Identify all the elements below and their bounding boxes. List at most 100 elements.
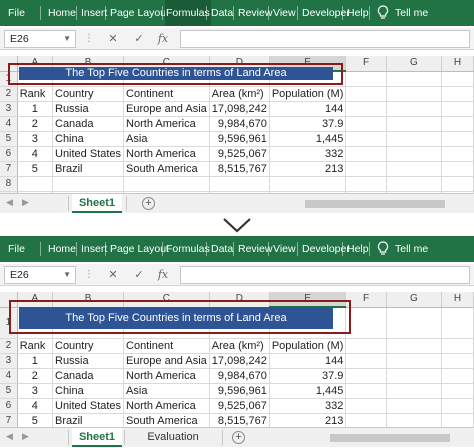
cell[interactable] <box>441 161 474 177</box>
header-cell[interactable]: Rank <box>17 338 54 354</box>
cell[interactable] <box>441 146 474 162</box>
rank-cell[interactable]: 3 <box>17 383 54 399</box>
cell[interactable] <box>386 116 443 132</box>
cell[interactable] <box>17 176 54 192</box>
rank-cell[interactable]: 4 <box>17 398 54 414</box>
row-header[interactable]: 5 <box>0 383 18 399</box>
continent-cell[interactable]: North America <box>123 368 210 384</box>
population-cell[interactable]: 37.9 <box>269 116 347 132</box>
area-cell[interactable]: 9,984,670 <box>209 368 270 384</box>
header-cell[interactable]: Area (km²) <box>209 338 270 354</box>
header-cell[interactable]: Population (M) <box>269 86 347 102</box>
continent-cell[interactable]: Europe and Asia <box>123 353 210 369</box>
cell[interactable] <box>345 161 387 177</box>
population-cell[interactable]: 332 <box>269 146 347 162</box>
horizontal-scrollbar[interactable] <box>330 434 450 442</box>
area-cell[interactable]: 17,098,242 <box>209 353 270 369</box>
area-cell[interactable]: 8,515,767 <box>209 413 270 429</box>
column-header[interactable]: G <box>386 292 443 308</box>
header-cell[interactable]: Country <box>52 338 125 354</box>
row-header[interactable]: 3 <box>0 353 18 369</box>
cell[interactable] <box>441 101 474 117</box>
cell[interactable] <box>345 353 387 369</box>
row-header[interactable]: 7 <box>0 413 18 429</box>
continent-cell[interactable]: Europe and Asia <box>123 101 210 117</box>
formula-input[interactable] <box>180 266 470 284</box>
rank-cell[interactable]: 1 <box>17 101 54 117</box>
rank-cell[interactable]: 1 <box>17 353 54 369</box>
chevron-down-icon[interactable]: ▼ <box>63 267 71 283</box>
cell[interactable] <box>345 71 387 87</box>
tell-me-search[interactable]: Tell me <box>395 236 428 262</box>
population-cell[interactable]: 144 <box>269 101 347 117</box>
rank-cell[interactable]: 2 <box>17 368 54 384</box>
area-cell[interactable]: 9,525,067 <box>209 398 270 414</box>
cell[interactable] <box>345 116 387 132</box>
continent-cell[interactable]: North America <box>123 398 210 414</box>
country-cell[interactable]: China <box>52 131 125 147</box>
cell[interactable] <box>441 307 474 339</box>
formula-input[interactable] <box>180 30 470 48</box>
cell[interactable] <box>386 101 443 117</box>
rank-cell[interactable]: 4 <box>17 146 54 162</box>
cell[interactable] <box>441 131 474 147</box>
cell[interactable] <box>441 398 474 414</box>
cell[interactable] <box>441 368 474 384</box>
column-header[interactable]: F <box>345 292 387 308</box>
cell[interactable] <box>209 176 270 192</box>
population-cell[interactable]: 1,445 <box>269 383 347 399</box>
population-cell[interactable]: 213 <box>269 413 347 429</box>
more-icon[interactable]: ⋮ <box>84 31 94 47</box>
cell[interactable] <box>345 413 387 429</box>
cell[interactable] <box>441 353 474 369</box>
country-cell[interactable]: Brazil <box>52 161 125 177</box>
cell[interactable] <box>345 131 387 147</box>
country-cell[interactable]: Russia <box>52 101 125 117</box>
scroll-left-icon[interactable]: ◀ <box>6 197 13 208</box>
header-cell[interactable]: Population (M) <box>269 338 347 354</box>
cell[interactable] <box>386 86 443 102</box>
area-cell[interactable]: 9,525,067 <box>209 146 270 162</box>
cell[interactable] <box>386 338 443 354</box>
cell[interactable] <box>345 86 387 102</box>
column-header[interactable]: F <box>345 56 387 72</box>
tab-help[interactable]: Help <box>347 0 369 26</box>
sheet-tab-sheet1[interactable]: Sheet1 <box>72 428 122 447</box>
plus-icon[interactable]: + <box>142 197 155 210</box>
name-box[interactable]: E26 ▼ <box>4 266 76 284</box>
tab-page-layout[interactable]: Page Layout <box>110 236 169 262</box>
continent-cell[interactable]: Asia <box>123 383 210 399</box>
population-cell[interactable]: 144 <box>269 353 347 369</box>
tab-data[interactable]: Data <box>211 236 233 262</box>
enter-icon[interactable]: ✓ <box>132 31 146 47</box>
tab-view[interactable]: View <box>273 236 296 262</box>
cell[interactable] <box>441 86 474 102</box>
row-header[interactable]: 6 <box>0 146 18 162</box>
insert-function-icon[interactable]: fx <box>156 31 170 47</box>
cell[interactable] <box>441 338 474 354</box>
population-cell[interactable]: 332 <box>269 398 347 414</box>
area-cell[interactable]: 9,984,670 <box>209 116 270 132</box>
cell[interactable] <box>441 383 474 399</box>
continent-cell[interactable]: North America <box>123 116 210 132</box>
tab-insert[interactable]: Insert <box>81 236 107 262</box>
tab-data[interactable]: Data <box>211 0 233 26</box>
row-header[interactable]: 4 <box>0 116 18 132</box>
scroll-right-icon[interactable]: ▶ <box>22 431 29 442</box>
tab-page-layout[interactable]: Page Layout <box>110 0 169 26</box>
area-cell[interactable]: 8,515,767 <box>209 161 270 177</box>
tab-formulas[interactable]: Formulas <box>165 0 211 26</box>
tab-formulas[interactable]: Formulas <box>166 236 210 262</box>
country-cell[interactable]: Canada <box>52 116 125 132</box>
country-cell[interactable]: China <box>52 383 125 399</box>
row-header[interactable]: 4 <box>0 368 18 384</box>
cell[interactable] <box>386 161 443 177</box>
header-cell[interactable]: Continent <box>123 338 210 354</box>
population-cell[interactable]: 1,445 <box>269 131 347 147</box>
header-cell[interactable]: Area (km²) <box>209 86 270 102</box>
tab-help[interactable]: Help <box>347 236 369 262</box>
area-cell[interactable]: 9,596,961 <box>209 383 270 399</box>
plus-icon[interactable]: + <box>232 431 245 444</box>
row-header[interactable]: 3 <box>0 101 18 117</box>
continent-cell[interactable]: North America <box>123 146 210 162</box>
